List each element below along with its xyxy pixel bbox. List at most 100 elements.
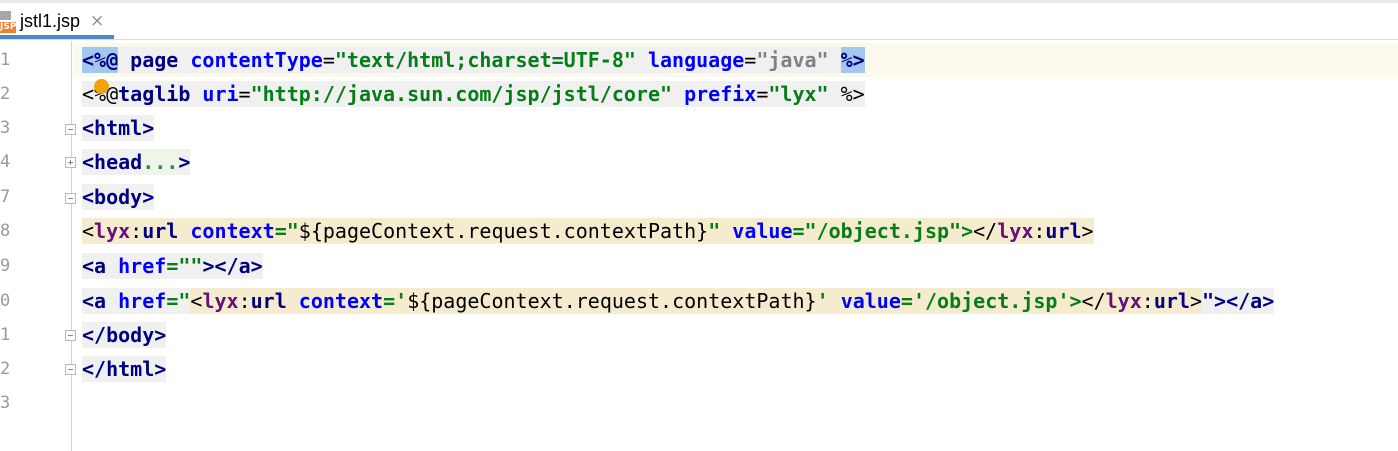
fold-expand-icon[interactable] xyxy=(65,157,76,168)
line-number-gutter: 1 2 3 4 7 8 9 0 1 2 3 xyxy=(0,41,76,451)
head-open-tag: <head xyxy=(82,149,143,175)
operator: =" xyxy=(166,288,191,314)
tab-label: jstl1.jsp xyxy=(20,11,81,31)
tag-name: url xyxy=(1153,288,1190,314)
operator: =' xyxy=(383,288,408,314)
attribute-name: value xyxy=(732,218,793,244)
tag-separator: : xyxy=(1141,288,1154,314)
jsp-badge: JSP xyxy=(0,22,17,33)
quote: "> xyxy=(949,218,974,244)
jsp-file-icon: JSP xyxy=(0,11,16,33)
operator: = xyxy=(756,81,769,107)
line-number: 8 xyxy=(0,221,11,241)
line-number: 2 xyxy=(0,359,11,379)
tag-bracket: > xyxy=(1081,218,1094,244)
line-number: 3 xyxy=(0,393,11,413)
code-line-11: </body> xyxy=(82,318,167,352)
el-expression: ${pageContext.request.contextPath} xyxy=(407,288,817,314)
tag-namespace: lyx xyxy=(997,218,1034,244)
line-number: 3 xyxy=(0,118,11,138)
tag-bracket: < xyxy=(82,218,95,244)
attribute-name: context xyxy=(190,218,275,244)
line-number: 1 xyxy=(0,50,11,70)
html-open-tag: <html> xyxy=(82,115,155,141)
html-close-tag: </html> xyxy=(82,356,167,382)
code-line-10: <a href="<lyx:url context='${pageContext… xyxy=(82,284,1275,318)
operator: =' xyxy=(900,288,925,314)
quote: " xyxy=(708,218,721,244)
jsp-directive-close: %> xyxy=(840,81,865,107)
tag-name: url xyxy=(1045,218,1082,244)
tag-separator: : xyxy=(1033,218,1046,244)
anchor-close-tag: "></a> xyxy=(1201,288,1275,314)
line-number: 0 xyxy=(0,291,11,311)
attribute-name: contentType xyxy=(190,47,323,73)
tag-namespace: lyx xyxy=(202,288,239,314)
line-number: 7 xyxy=(0,187,11,207)
jsp-directive-open: <%@ xyxy=(82,47,119,73)
tag-bracket: > xyxy=(178,149,191,175)
code-line-7: <body> xyxy=(82,180,155,214)
file-corner-shape xyxy=(0,11,11,20)
fold-end-icon[interactable] xyxy=(65,330,76,341)
quote: ' xyxy=(816,288,829,314)
line-number: 4 xyxy=(0,152,11,172)
anchor-open-tag: <a xyxy=(82,253,107,279)
anchor-close-tag: ></a> xyxy=(202,253,263,279)
attribute-name: value xyxy=(840,288,901,314)
tag-name: url xyxy=(142,218,179,244)
tag-name: url xyxy=(250,288,287,314)
code-line-4: <head...> xyxy=(82,145,191,179)
tab-bar-top-border xyxy=(0,0,1398,3)
attribute-value: "" xyxy=(178,253,203,279)
el-expression: ${pageContext.request.contextPath} xyxy=(298,218,709,244)
tab-jstl1-jsp[interactable]: JSP jstl1.jsp × xyxy=(0,3,114,39)
editor-tab-bar: JSP jstl1.jsp × xyxy=(0,0,1398,40)
code-line-3: <html> xyxy=(82,111,155,145)
directive-keyword: page xyxy=(130,47,179,73)
code-line-8: <lyx:url context="${pageContext.request.… xyxy=(82,214,1094,248)
attribute-value: "lyx" xyxy=(768,81,829,107)
tag-bracket: > xyxy=(1189,288,1202,314)
code-line-2: <%@taglib uri="http://java.sun.com/jsp/j… xyxy=(82,77,865,111)
directive-keyword: taglib xyxy=(118,81,191,107)
body-close-tag: </body> xyxy=(82,322,167,348)
tag-bracket: < xyxy=(190,288,203,314)
close-icon[interactable]: × xyxy=(90,11,104,31)
fold-collapse-icon[interactable] xyxy=(65,124,76,135)
folded-region-placeholder[interactable]: ... xyxy=(142,149,179,175)
attribute-name: href xyxy=(118,288,167,314)
attribute-name: prefix xyxy=(684,81,757,107)
line-number: 1 xyxy=(0,325,11,345)
line-number: 2 xyxy=(0,84,11,104)
operator: =" xyxy=(792,218,817,244)
attribute-value: /object.jsp xyxy=(925,288,1058,314)
attribute-name: uri xyxy=(202,81,239,107)
attribute-value: "text/html;charset=UTF-8" xyxy=(334,47,636,73)
anchor-open-tag: <a xyxy=(82,288,107,314)
operator: =" xyxy=(274,218,299,244)
operator: = xyxy=(238,81,251,107)
attribute-value: /object.jsp xyxy=(816,218,950,244)
jsp-directive-close: %> xyxy=(840,47,865,73)
operator: = xyxy=(166,253,179,279)
code-editor[interactable]: 1 2 3 4 7 8 9 0 1 2 3 <%@ page contentTy… xyxy=(0,41,1398,451)
lightbulb-icon[interactable] xyxy=(94,79,109,94)
fold-collapse-icon[interactable] xyxy=(65,193,76,204)
fold-end-icon[interactable] xyxy=(65,364,76,375)
code-line-9: <a href=""></a> xyxy=(82,249,263,283)
attribute-name: language xyxy=(647,47,745,73)
attribute-value: "java" xyxy=(756,47,829,73)
attribute-name: context xyxy=(298,288,384,314)
tag-bracket: </ xyxy=(973,218,998,244)
operator: = xyxy=(322,47,335,73)
attribute-name: href xyxy=(118,253,167,279)
quote: '> xyxy=(1057,288,1082,314)
tag-namespace: lyx xyxy=(94,218,131,244)
tag-bracket: </ xyxy=(1081,288,1106,314)
operator: = xyxy=(744,47,757,73)
line-number: 9 xyxy=(0,256,11,276)
attribute-value: "http://java.sun.com/jsp/jstl/core" xyxy=(250,81,673,107)
tag-namespace: lyx xyxy=(1105,288,1142,314)
code-line-1: <%@ page contentType="text/html;charset=… xyxy=(82,43,865,77)
